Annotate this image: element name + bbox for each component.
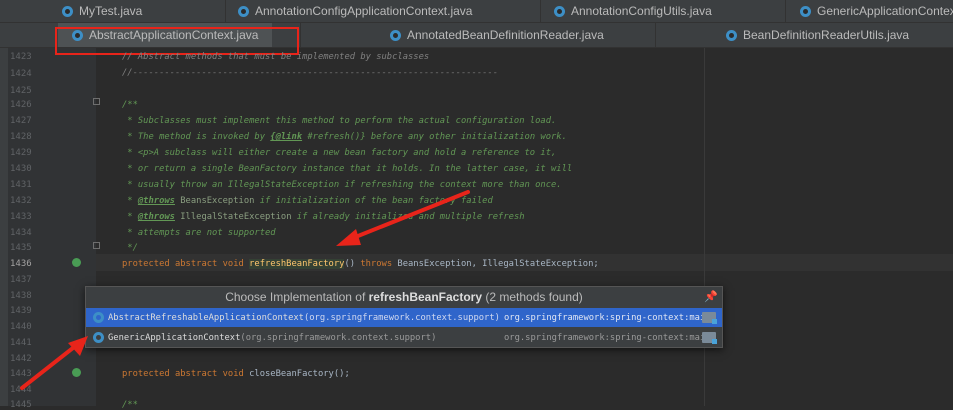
arrow-to-method	[336, 190, 470, 246]
arrow-to-second-implementation	[20, 336, 88, 390]
annotation-arrows	[20, 190, 470, 390]
